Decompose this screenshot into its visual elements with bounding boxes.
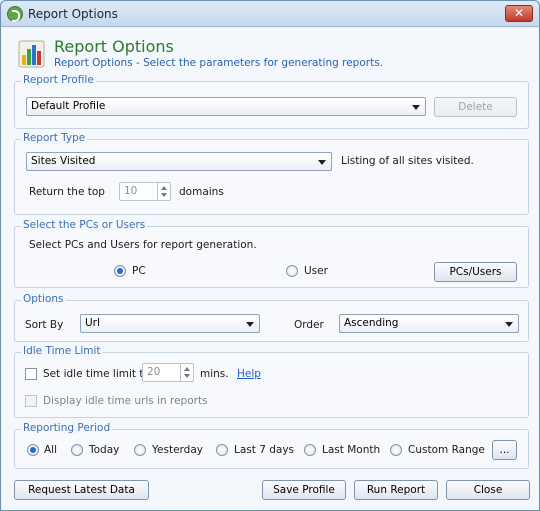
page-title: Report Options bbox=[54, 37, 174, 56]
user-radio[interactable] bbox=[286, 265, 298, 277]
period-radio-custom-range[interactable] bbox=[390, 444, 402, 456]
top-count-value: 10 bbox=[124, 185, 138, 197]
sort-by-value: Url bbox=[85, 317, 100, 329]
pcs-users-description: Select PCs and Users for report generati… bbox=[29, 239, 257, 251]
sort-by-select[interactable]: Url bbox=[80, 314, 260, 333]
chevron-down-icon bbox=[246, 322, 254, 327]
custom-range-button[interactable]: ... bbox=[492, 440, 517, 460]
idle-limit-label: Set idle time limit to bbox=[43, 368, 150, 380]
title-bar[interactable]: Report Options ✕ bbox=[1, 1, 539, 27]
period-label-today: Today bbox=[89, 444, 120, 456]
idle-time-group: Idle Time Limit bbox=[14, 345, 529, 418]
app-logo-icon bbox=[7, 6, 23, 22]
user-radio-label: User bbox=[304, 265, 328, 277]
report-type-group: Report Type bbox=[14, 132, 529, 215]
period-radio-last-7-days[interactable] bbox=[216, 444, 228, 456]
pcs-users-button[interactable]: PCs/Users bbox=[434, 262, 517, 282]
sort-by-label: Sort By bbox=[25, 319, 64, 331]
period-label-all: All bbox=[44, 444, 58, 456]
pc-radio[interactable] bbox=[114, 265, 126, 277]
display-idle-label: Display idle time urls in reports bbox=[43, 395, 208, 407]
order-select[interactable]: Ascending bbox=[339, 314, 519, 333]
window-title: Report Options bbox=[28, 7, 118, 21]
delete-profile-button[interactable]: Delete bbox=[434, 97, 517, 117]
order-value: Ascending bbox=[344, 317, 399, 329]
report-type-legend: Report Type bbox=[21, 132, 88, 144]
reporting-period-legend: Reporting Period bbox=[21, 422, 113, 434]
idle-limit-value: 20 bbox=[147, 366, 161, 378]
report-type-value: Sites Visited bbox=[31, 155, 96, 167]
period-radio-last-month[interactable] bbox=[304, 444, 316, 456]
top-count-stepper[interactable]: 10 bbox=[119, 182, 171, 201]
period-label-last-month: Last Month bbox=[322, 444, 381, 456]
stepper-arrows-icon bbox=[157, 183, 170, 200]
period-label-yesterday: Yesterday bbox=[152, 444, 203, 456]
page-subtitle: Report Options - Select the parameters f… bbox=[54, 57, 383, 69]
domains-label: domains bbox=[179, 186, 224, 198]
report-profile-value: Default Profile bbox=[31, 100, 106, 112]
order-label: Order bbox=[294, 319, 324, 331]
stepper-arrows-icon bbox=[180, 364, 193, 381]
idle-limit-checkbox[interactable] bbox=[25, 368, 37, 380]
bar-chart-icon bbox=[18, 40, 45, 68]
idle-limit-stepper[interactable]: 20 bbox=[142, 363, 194, 382]
chevron-down-icon bbox=[318, 160, 326, 165]
help-link[interactable]: Help bbox=[237, 368, 261, 380]
period-radio-all[interactable] bbox=[27, 444, 39, 456]
run-report-button[interactable]: Run Report bbox=[354, 480, 438, 500]
request-latest-data-button[interactable]: Request Latest Data bbox=[14, 480, 149, 500]
pc-radio-label: PC bbox=[132, 265, 146, 277]
chevron-down-icon bbox=[505, 322, 513, 327]
chevron-down-icon bbox=[412, 105, 420, 110]
pcs-users-legend: Select the PCs or Users bbox=[21, 219, 148, 231]
close-button[interactable]: Close bbox=[446, 480, 530, 500]
report-profile-select[interactable]: Default Profile bbox=[26, 97, 426, 116]
return-top-label: Return the top bbox=[29, 186, 105, 198]
save-profile-button[interactable]: Save Profile bbox=[262, 480, 346, 500]
report-profile-legend: Report Profile bbox=[21, 74, 96, 86]
period-radio-today[interactable] bbox=[71, 444, 83, 456]
period-label-custom-range: Custom Range bbox=[408, 444, 485, 456]
report-type-description: Listing of all sites visited. bbox=[341, 155, 474, 167]
display-idle-checkbox[interactable] bbox=[25, 395, 37, 407]
options-legend: Options bbox=[21, 293, 66, 305]
mins-label: mins. bbox=[200, 368, 229, 380]
period-radio-yesterday[interactable] bbox=[134, 444, 146, 456]
report-type-select[interactable]: Sites Visited bbox=[26, 152, 332, 171]
idle-time-legend: Idle Time Limit bbox=[21, 345, 103, 357]
report-options-window: Report Options ✕ Report Options Report O… bbox=[0, 0, 540, 511]
window-close-button[interactable]: ✕ bbox=[505, 5, 533, 22]
period-label-last-7-days: Last 7 days bbox=[234, 444, 295, 456]
